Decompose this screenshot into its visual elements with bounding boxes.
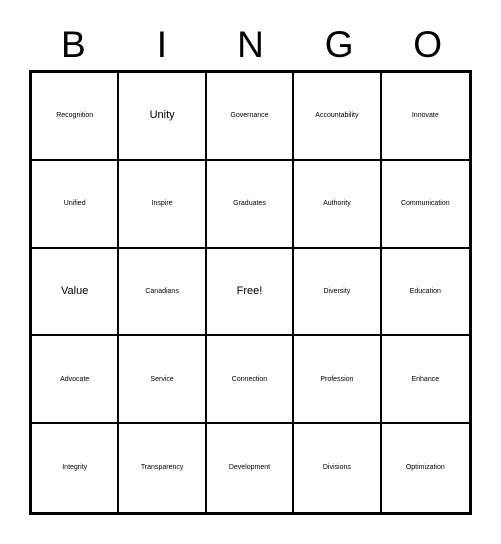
bingo-free-space-label: Free! [236, 284, 263, 297]
bingo-cell[interactable]: Education [381, 248, 469, 337]
bingo-cell-label: Education [409, 287, 441, 295]
bingo-cell-label: Transparency [140, 464, 184, 472]
bingo-cell-label: Integrity [62, 464, 88, 472]
bingo-header-letter-g: G [324, 23, 354, 65]
bingo-header-letter-n: N [237, 23, 264, 65]
bingo-cell-label: Unity [149, 109, 175, 122]
bingo-cell[interactable]: Graduates [206, 160, 295, 249]
bingo-cell-label: Diversity [323, 287, 351, 295]
bingo-cell[interactable]: Advocate [32, 336, 120, 425]
bingo-cell[interactable]: Development [206, 424, 295, 512]
bingo-cell-label: Service [150, 375, 174, 383]
bingo-card: B I N G O Recognition Unity Governance Accounta… [0, 0, 501, 544]
bingo-cell-label: Profession [320, 375, 354, 383]
bingo-header-row: BINGO [29, 18, 472, 70]
bingo-free-space-cell[interactable]: Free! [206, 248, 295, 337]
bingo-cell-label: Governance [230, 112, 269, 120]
bingo-cell-label: Accountability [315, 112, 359, 120]
bingo-cell-label: Canadians [145, 287, 179, 295]
bingo-cell[interactable]: Accountability [294, 73, 382, 161]
bingo-cell[interactable]: Communication [381, 160, 469, 249]
bingo-cell[interactable]: Innovate [381, 73, 469, 161]
bingo-cell[interactable]: Profession [294, 336, 382, 425]
bingo-cell-label: Optimization [405, 464, 445, 472]
bingo-cell-label: Unified [63, 200, 86, 208]
bingo-cell[interactable]: Enhance [381, 336, 469, 425]
bingo-cell-label: Authority [323, 200, 351, 208]
bingo-cell-label: Development [228, 464, 271, 472]
bingo-cell[interactable]: Authority [294, 160, 382, 249]
bingo-cell-label: Communication [400, 200, 450, 208]
bingo-cell[interactable]: Inspire [119, 160, 207, 249]
bingo-cell-label: Innovate [411, 112, 439, 120]
bingo-cell[interactable]: Unified [32, 160, 120, 249]
bingo-cell[interactable]: Value [32, 248, 120, 337]
bingo-cell[interactable]: Integrity [32, 424, 120, 512]
bingo-cell-label: Connection [231, 375, 268, 383]
bingo-cell[interactable]: Unity [119, 73, 207, 161]
bingo-cell[interactable]: Transparency [119, 424, 207, 512]
bingo-cell[interactable]: Optimization [381, 424, 469, 512]
bingo-header-letter-i: I [156, 23, 168, 65]
bingo-header-letter-b: B [60, 23, 86, 65]
bingo-cell[interactable]: Canadians [119, 248, 207, 337]
bingo-cell-label: Inspire [151, 200, 173, 208]
bingo-cell-label: Value [61, 284, 89, 297]
bingo-cell-label: Recognition [56, 112, 94, 120]
bingo-grid: Recognition Unity Governance Accountability… [29, 70, 472, 515]
bingo-cell[interactable]: Recognition [32, 73, 120, 161]
bingo-cell[interactable]: Diversity [294, 248, 382, 337]
bingo-header-letter-o: O [413, 23, 443, 65]
bingo-cell[interactable]: Connection [206, 336, 295, 425]
bingo-cell-label: Graduates [233, 200, 266, 208]
bingo-cell[interactable]: Divisions [294, 424, 382, 512]
bingo-cell[interactable]: Service [119, 336, 207, 425]
bingo-cell-label: Divisions [322, 464, 351, 472]
bingo-cell-label: Enhance [411, 375, 440, 383]
bingo-cell[interactable]: Governance [206, 73, 295, 161]
bingo-cell-label: Advocate [60, 375, 90, 383]
